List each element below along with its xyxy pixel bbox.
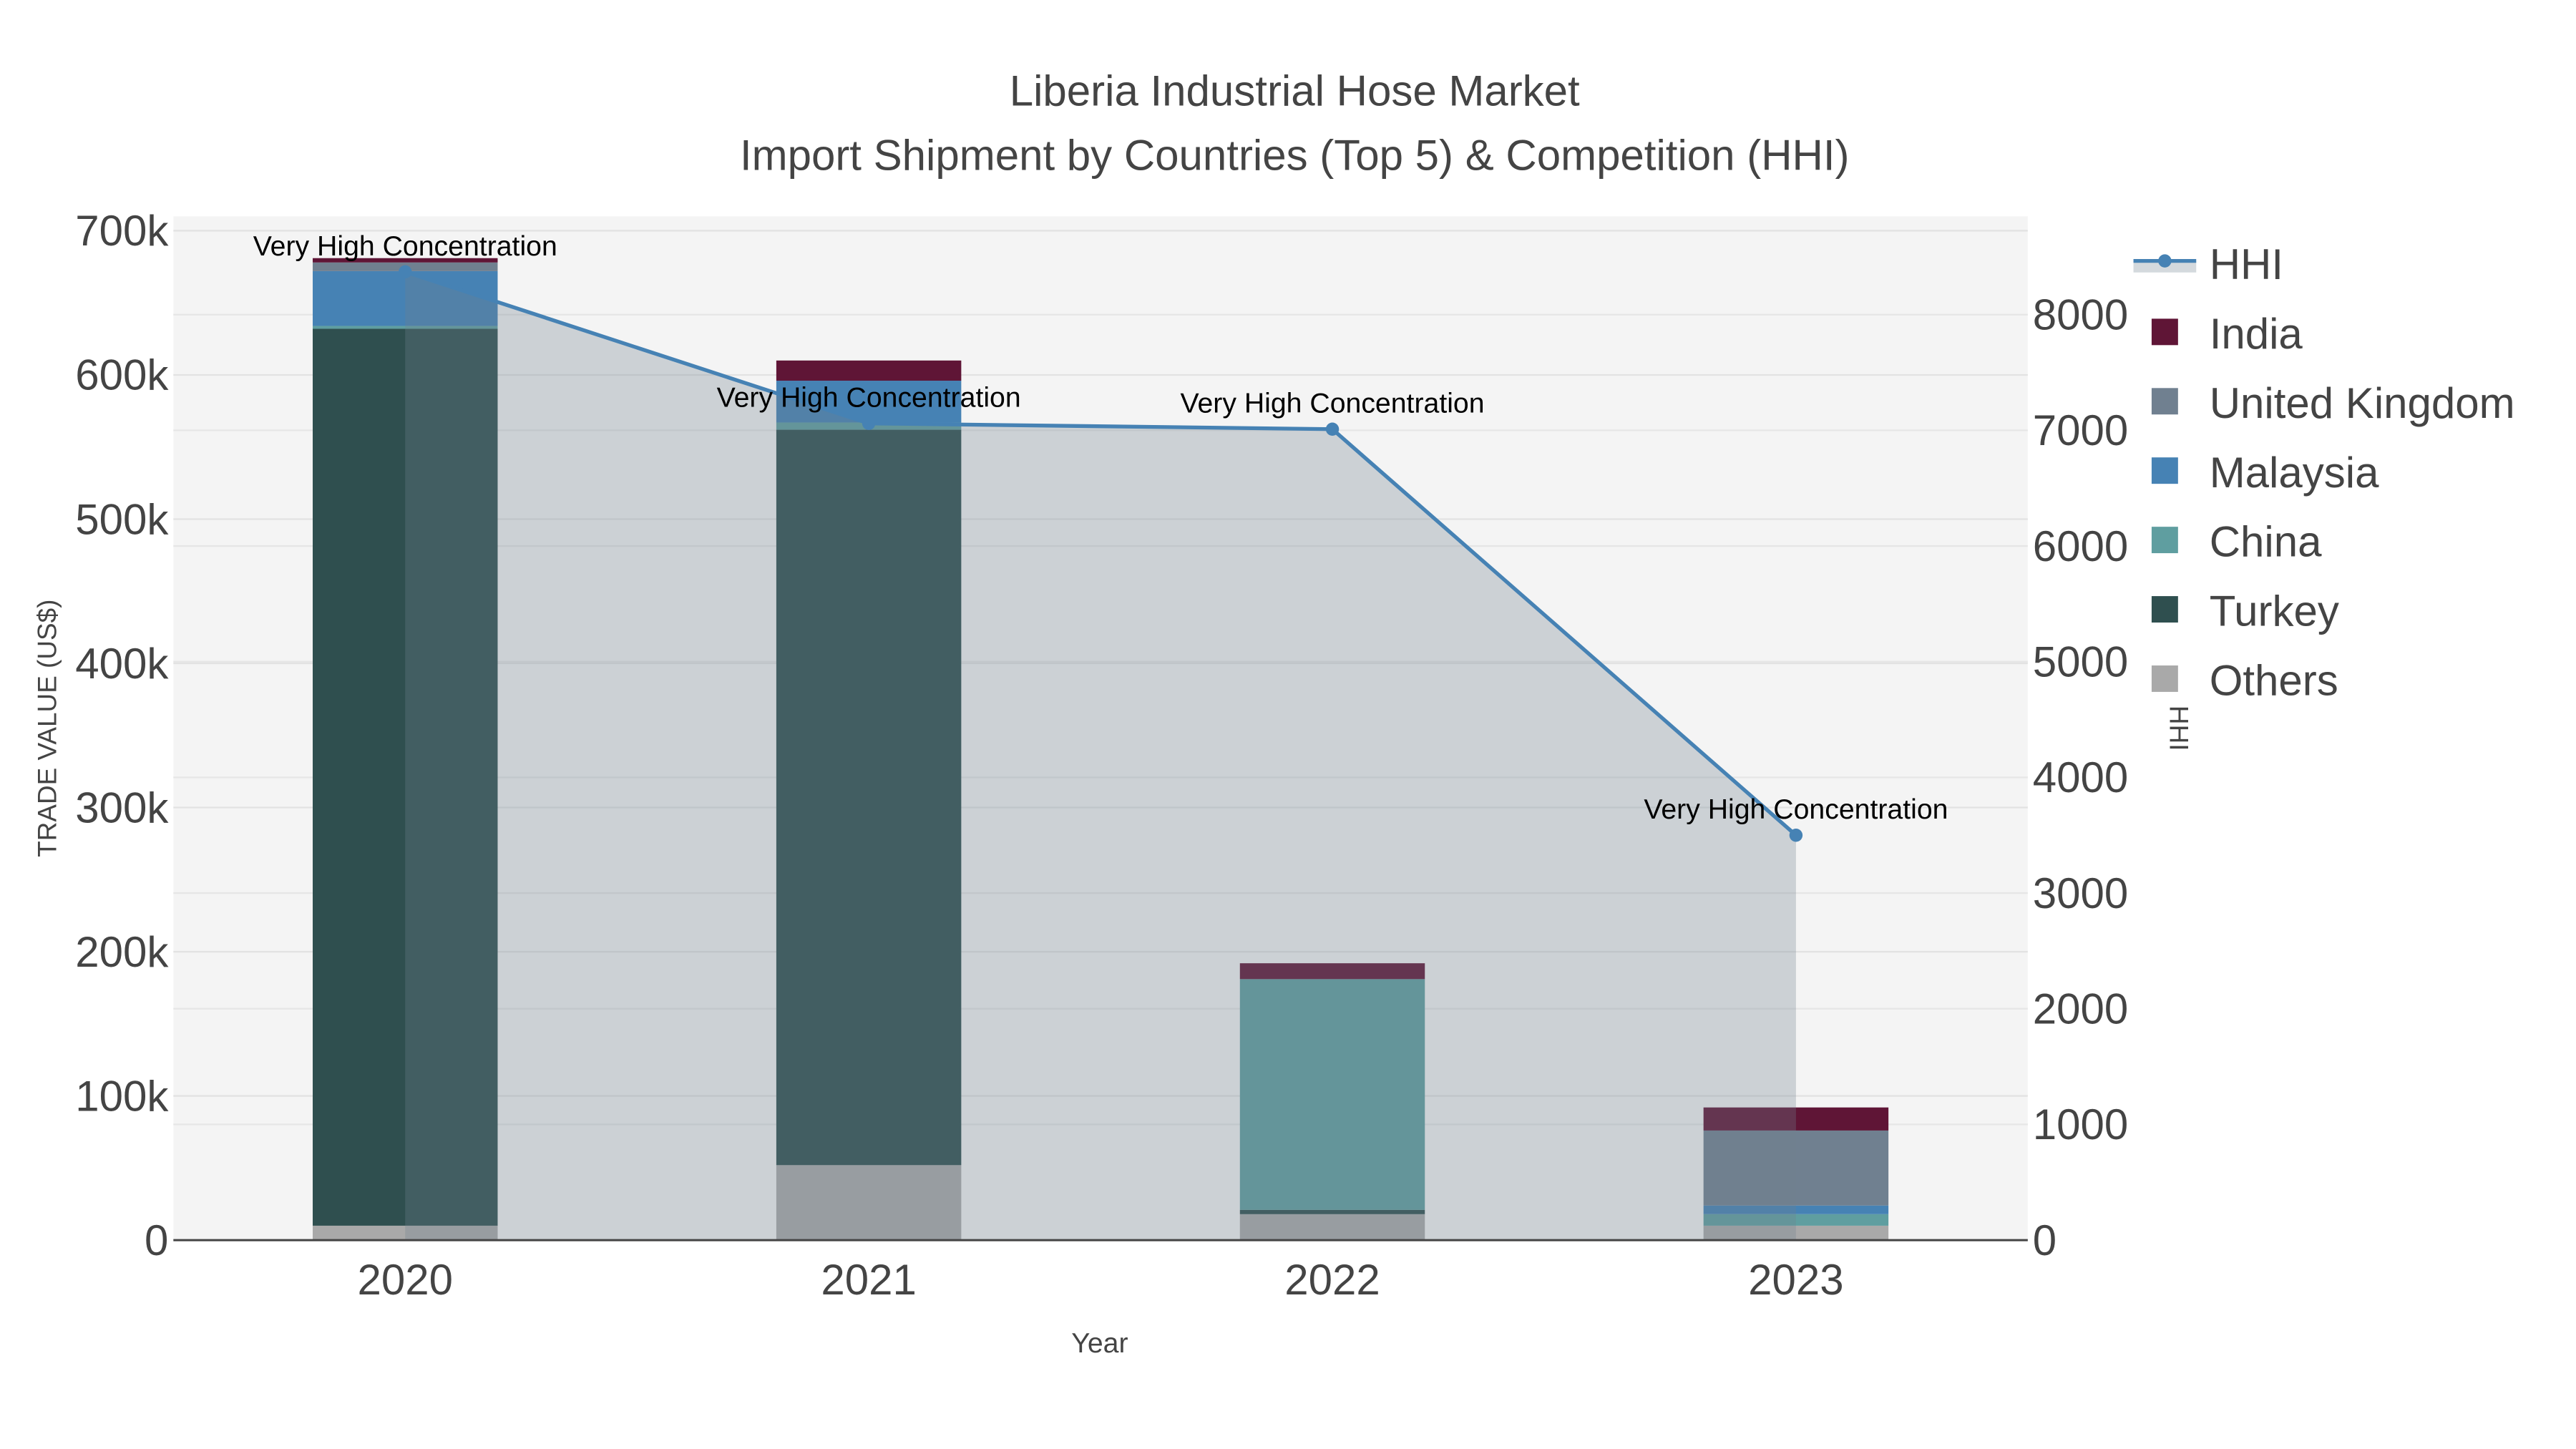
hhi-annotation: Very High Concentration [253,230,557,262]
legend-item-turkey[interactable]: Turkey [2151,587,2339,635]
x-tick-label: 2023 [1748,1256,1843,1304]
y-tick-label: 700k [75,207,169,255]
x-tick-label: 2022 [1284,1256,1380,1304]
hhi-point [1789,829,1803,842]
legend-item-united-kingdom[interactable]: United Kingdom [2151,379,2515,427]
y-axis: 0 100k 200k 300k 400k 500k 600k 700k [75,207,169,1264]
legend-item-others[interactable]: Others [2151,657,2338,705]
x-tick-label: 2021 [821,1256,916,1304]
y2-tick-label: 4000 [2033,753,2128,801]
y-axis-label: TRADE VALUE (US$) [32,600,62,857]
legend-item-china[interactable]: China [2151,518,2322,566]
y2-tick-label: 6000 [2033,522,2128,570]
y-tick-label: 0 [145,1216,168,1264]
x-tick-label: 2020 [358,1256,453,1304]
y-tick-label: 200k [75,928,169,976]
legend-label: HHI [2210,240,2283,288]
chart-title: Liberia Industrial Hose Market [1010,67,1580,115]
y-tick-label: 600k [75,351,169,399]
x-axis-label: Year [1071,1327,1128,1359]
y2-tick-label: 7000 [2033,406,2128,454]
legend-swatch [2151,596,2178,623]
y-tick-label: 400k [75,640,169,688]
legend-item-hhi[interactable]: HHI [2133,240,2283,288]
y2-tick-label: 3000 [2033,869,2128,917]
legend-label: Turkey [2210,587,2339,635]
legend-swatch [2151,318,2178,346]
hhi-annotation: Very High Concentration [717,382,1021,414]
legend-item-india[interactable]: India [2151,310,2303,358]
chart-subtitle: Import Shipment by Countries (Top 5) & C… [740,132,1850,180]
bar-india [776,360,962,381]
y2-axis: 0 1000 2000 3000 4000 5000 6000 7000 8000 [2033,291,2128,1264]
legend-label: China [2210,518,2322,566]
legend-swatch [2151,527,2178,554]
y-tick-label: 500k [75,495,169,543]
legend-swatch [2151,665,2178,692]
y2-tick-label: 8000 [2033,291,2128,338]
legend-swatch [2151,457,2178,484]
chart: Very High Concentration Very High Concent… [32,67,2515,1359]
y2-tick-label: 2000 [2033,985,2128,1033]
hhi-point [399,265,412,279]
y2-axis-label: HHI [2164,706,2193,751]
y-tick-label: 300k [75,784,169,831]
legend-marker [2158,254,2172,268]
legend-label: Malaysia [2210,449,2379,497]
legend: HHI India United Kingdom Malaysia China Turke… [2133,240,2515,705]
y2-tick-label: 1000 [2033,1101,2128,1148]
y2-tick-label: 0 [2033,1216,2057,1264]
hhi-point [862,416,876,430]
y2-tick-label: 5000 [2033,638,2128,686]
hhi-annotation: Very High Concentration [1644,794,1948,825]
x-axis: 2020 2021 2022 2023 [358,1256,1844,1304]
hhi-annotation: Very High Concentration [1180,388,1484,419]
legend-label: Others [2210,657,2338,705]
legend-label: India [2210,310,2303,358]
y-tick-label: 100k [75,1072,169,1120]
legend-swatch [2151,388,2178,415]
hhi-point [1325,422,1340,436]
legend-label: United Kingdom [2210,379,2515,427]
legend-item-malaysia[interactable]: Malaysia [2151,449,2379,497]
